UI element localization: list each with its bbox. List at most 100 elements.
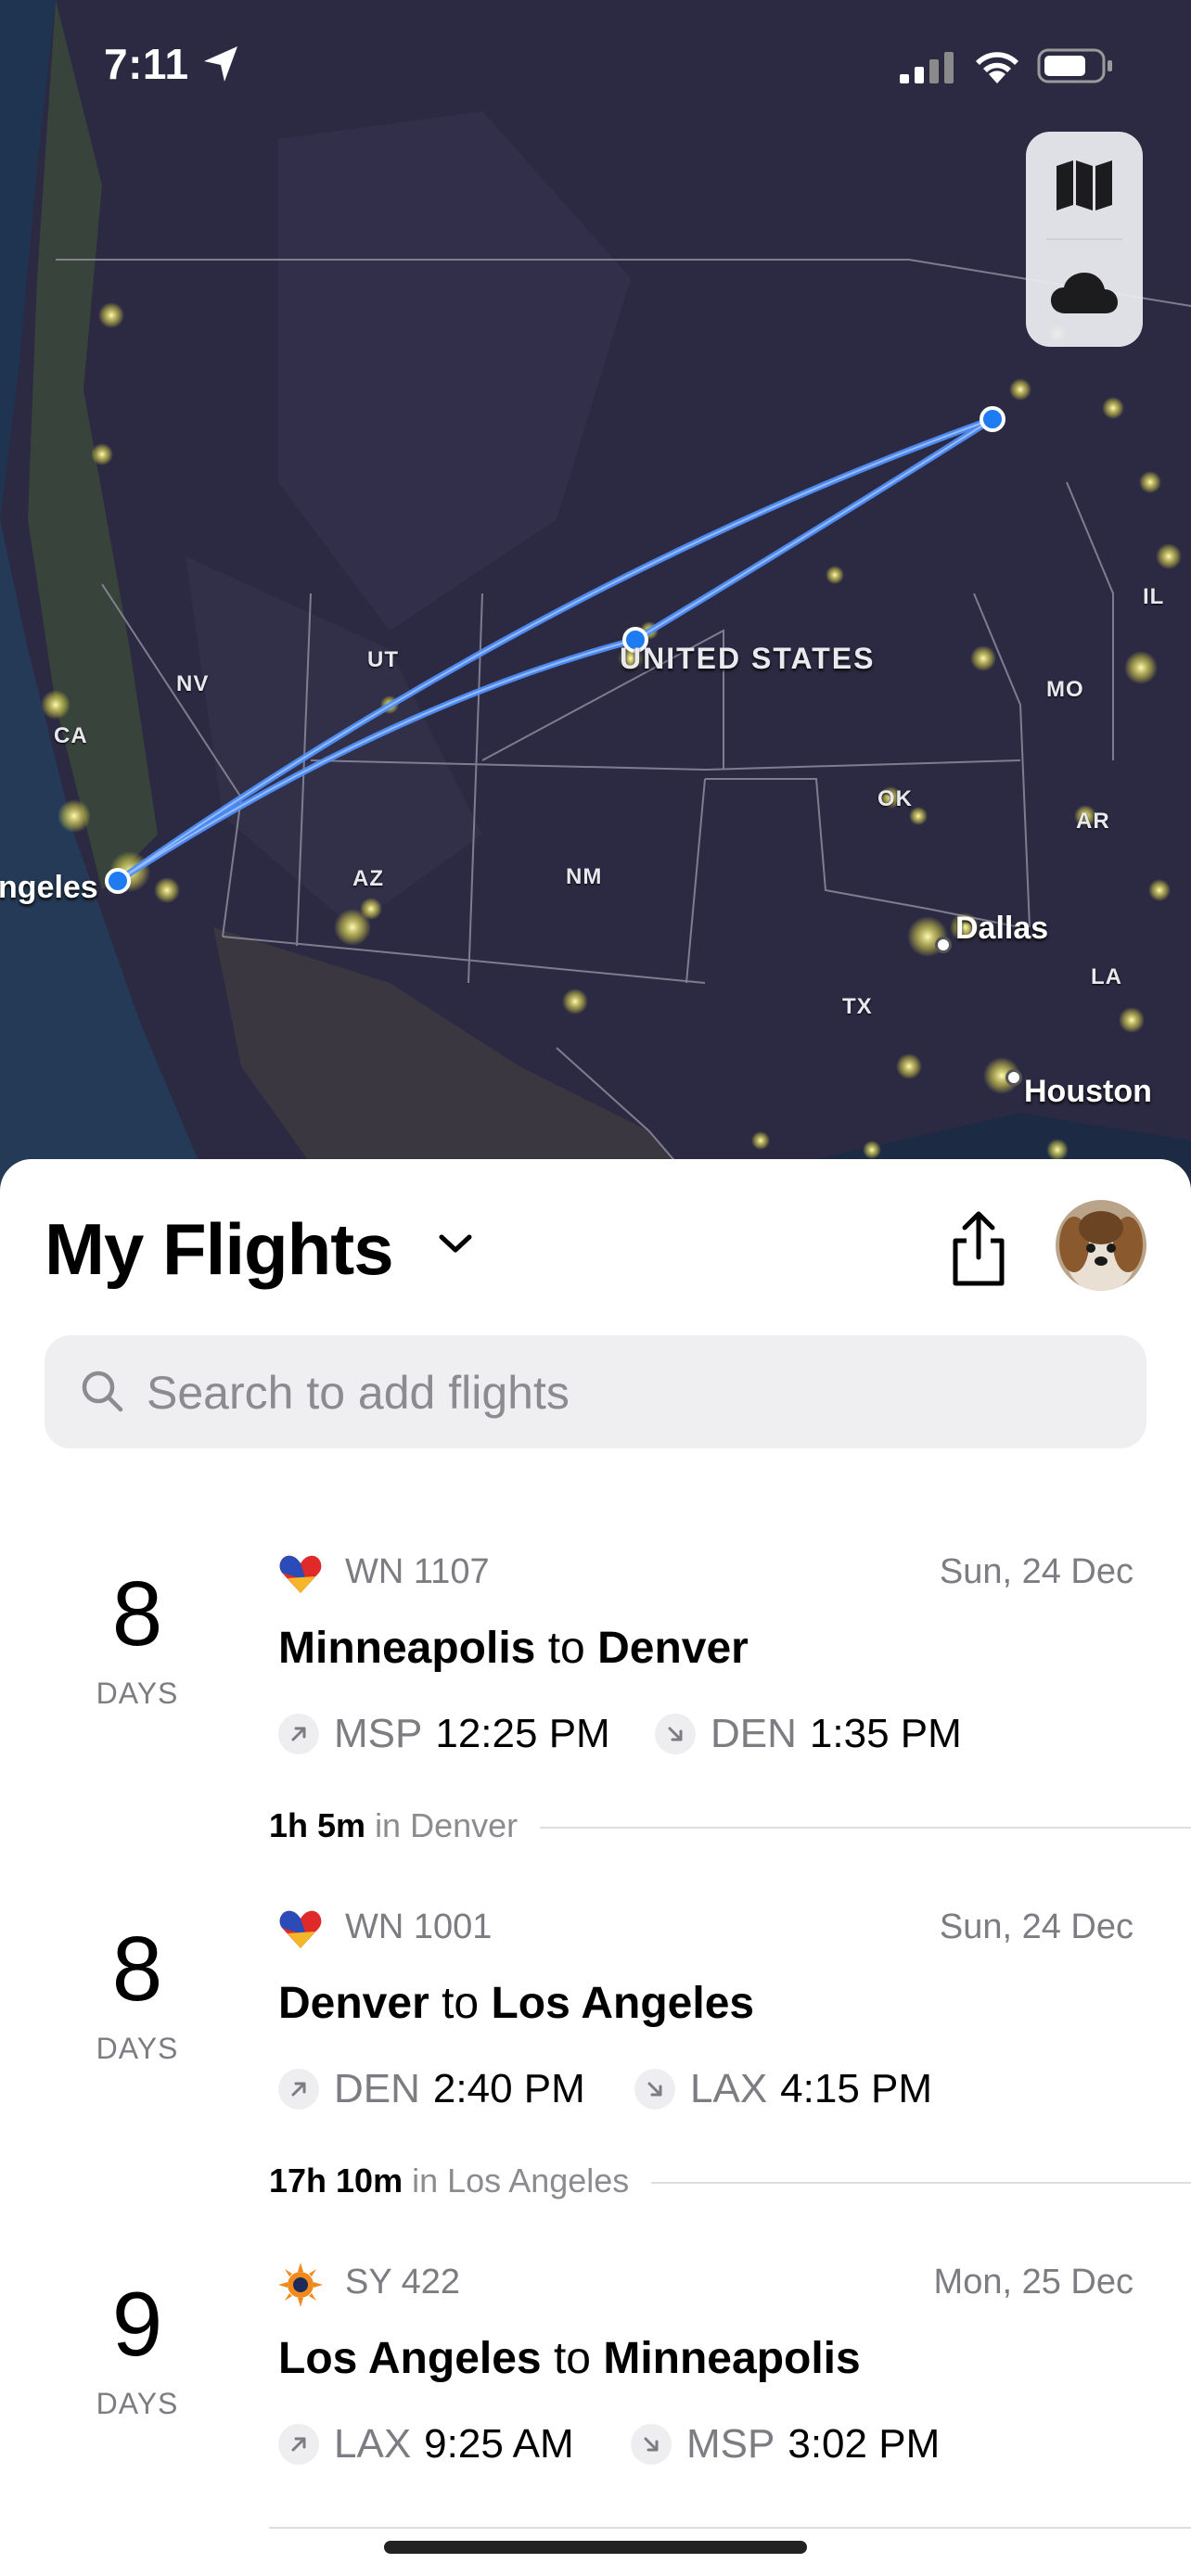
page-title[interactable]: My Flights [45, 1207, 394, 1292]
search-input[interactable] [145, 1335, 1113, 1450]
departure-code: MSP [334, 1711, 423, 1756]
share-icon[interactable] [946, 1209, 1011, 1287]
flight-date: Sun, 24 Dec [939, 1552, 1133, 1591]
departure-code: DEN [334, 2066, 420, 2111]
takeoff-arrow-icon [278, 1714, 319, 1754]
map-city-dallas: Dallas [955, 911, 1049, 946]
sun-country-logo-icon [278, 2263, 323, 2307]
map-label-il: IL [1143, 584, 1165, 609]
route-destination: Denver [597, 1624, 749, 1673]
arrival-time: 3:02 PM [788, 2421, 941, 2467]
flight-number: SY 422 [345, 2263, 460, 2302]
takeoff-arrow-icon [278, 2424, 319, 2465]
takeoff-arrow-icon [278, 2069, 319, 2110]
city-dot-houston [1005, 1069, 1022, 1086]
layover-duration: 1h 5m [269, 1806, 366, 1844]
search-bar[interactable] [45, 1335, 1146, 1450]
map-controls [1026, 132, 1143, 347]
map-label-ok: OK [877, 786, 913, 811]
map-label-nm: NM [566, 864, 603, 889]
days-label: DAYS [96, 2032, 179, 2065]
search-icon [82, 1371, 123, 1412]
arrival-code: LAX [690, 2066, 768, 2111]
wifi-icon [976, 52, 1018, 83]
route-title: Denver to Los Angeles [278, 1978, 754, 2029]
layover-duration: 17h 10m [269, 2162, 403, 2200]
map-icon [1057, 160, 1112, 210]
layover-row: 1h 5m in Denver [269, 1799, 1191, 1855]
map-city-houston: Houston [1024, 1074, 1152, 1109]
route-origin: Los Angeles [278, 2334, 542, 2383]
route-destination: Los Angeles [491, 1979, 755, 2028]
status-bar: 7:11 [0, 0, 1191, 130]
chevron-down-icon[interactable] [438, 1233, 473, 1256]
layover-location: in Denver [375, 1806, 519, 1844]
flight-card[interactable]: 9 DAYS SY 422 Mon, 25 Dec Los Angeles to… [0, 2250, 1191, 2491]
map-label-ut: UT [367, 647, 399, 672]
flight-number: WN 1107 [345, 1552, 490, 1591]
departure-info: DEN 2:40 PM [278, 2063, 585, 2115]
departure-time: 12:25 PM [435, 1711, 610, 1756]
flight-card[interactable]: 8 DAYS WN 1001 Sun, 24 Dec Denver to Los… [0, 1894, 1191, 2136]
home-indicator[interactable] [384, 2541, 807, 2554]
map-label-az: AZ [352, 866, 384, 891]
avatar-dog-image [1056, 1200, 1146, 1291]
route-origin: Denver [278, 1979, 429, 2028]
departure-time: 9:25 AM [424, 2421, 574, 2467]
route-origin: Minneapolis [278, 1624, 536, 1673]
flight-date: Mon, 25 Dec [933, 2263, 1133, 2302]
days-label: DAYS [96, 2387, 179, 2420]
map-label-la: LA [1091, 964, 1122, 989]
arrival-code: DEN [711, 1711, 797, 1756]
departure-info: LAX 9:25 AM [278, 2418, 574, 2470]
route-title: Los Angeles to Minneapolis [278, 2333, 861, 2384]
map-canvas [0, 0, 1191, 1196]
weather-layer-button[interactable] [1026, 239, 1143, 347]
route-title: Minneapolis to Denver [278, 1623, 749, 1674]
departure-info: MSP 12:25 PM [278, 1708, 610, 1760]
flight-card[interactable]: 8 DAYS WN 1107 Sun, 24 Dec Minneapolis t… [0, 1539, 1191, 1780]
layover-location: in Los Angeles [412, 2162, 630, 2200]
flight-number: WN 1001 [345, 1907, 493, 1946]
flight-date: Sun, 24 Dec [939, 1907, 1133, 1946]
avatar[interactable] [1056, 1200, 1146, 1291]
location-arrow-icon [204, 46, 237, 82]
arrival-info: MSP 3:02 PM [631, 2418, 940, 2470]
layover-row: 17h 10m in Los Angeles [269, 2154, 1191, 2210]
map-label-country: UNITED STATES [620, 642, 876, 675]
map-label-nv: NV [176, 671, 210, 696]
days-until-count: 9 [111, 2273, 163, 2375]
map-mode-button[interactable] [1026, 132, 1143, 239]
route-connector: to [442, 1979, 480, 2028]
map-label-mo: MO [1046, 677, 1084, 702]
map-label-ca: CA [54, 723, 88, 748]
days-label: DAYS [96, 1677, 179, 1710]
city-dot-dallas [935, 937, 952, 953]
route-destination: Minneapolis [603, 2334, 861, 2383]
arrival-time: 1:35 PM [809, 1711, 962, 1756]
landing-arrow-icon [634, 2069, 675, 2110]
arrival-code: MSP [686, 2421, 775, 2467]
flight-map[interactable]: NV CA UT AZ NM OK AR TX LA MO IL UNITED … [0, 0, 1191, 1196]
days-until-count: 8 [111, 1918, 163, 2020]
route-connector: to [553, 2334, 591, 2383]
layover-text: 1h 5m in Denver [269, 1806, 541, 1845]
cloud-icon [1051, 273, 1118, 313]
landing-arrow-icon [655, 1714, 696, 1754]
list-divider [269, 2527, 1191, 2529]
arrival-info: LAX 4:15 PM [634, 2063, 932, 2115]
southwest-heart-icon [279, 1555, 322, 1593]
days-until-count: 8 [111, 1562, 163, 1664]
layover-text: 17h 10m in Los Angeles [269, 2162, 652, 2200]
southwest-heart-icon [279, 1910, 322, 1948]
cellular-signal-icon [900, 52, 954, 83]
departure-time: 2:40 PM [432, 2066, 585, 2111]
route-connector: to [547, 1624, 585, 1673]
landing-arrow-icon [631, 2424, 672, 2465]
arrival-time: 4:15 PM [780, 2066, 933, 2111]
departure-code: LAX [334, 2421, 412, 2467]
status-time: 7:11 [104, 40, 189, 88]
map-city-los-angeles: ngeles [0, 870, 98, 905]
map-label-ar: AR [1076, 809, 1110, 834]
arrival-info: DEN 1:35 PM [655, 1708, 962, 1760]
